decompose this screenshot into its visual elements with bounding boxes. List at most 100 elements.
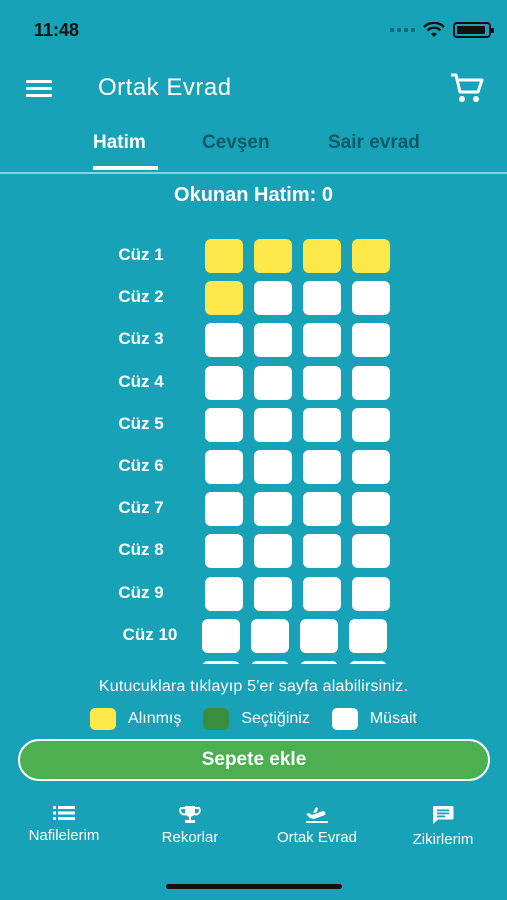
cellular-signal-icon — [390, 28, 415, 32]
add-to-cart-button[interactable]: Sepete ekle — [18, 739, 490, 781]
legend-taken-label: Alınmış — [128, 710, 182, 727]
plane-icon — [306, 807, 328, 823]
juz-row — [0, 657, 507, 664]
page-block-available[interactable] — [303, 492, 341, 526]
juz-row: Cüz 9 — [0, 573, 507, 615]
page-block-taken — [352, 239, 390, 273]
juz-label: Cüz 10 — [122, 625, 178, 644]
nav-item-zikirlerim[interactable]: Zikirlerim — [380, 805, 506, 848]
legend-taken: Alınmış — [90, 708, 181, 730]
nav-label-rekorlar: Rekorlar — [161, 829, 219, 846]
page-block-available[interactable] — [205, 534, 243, 568]
page-block-available[interactable] — [254, 281, 292, 315]
page-block-available[interactable] — [303, 366, 341, 400]
page-block-available[interactable] — [254, 450, 292, 484]
status-time: 11:48 — [34, 20, 80, 40]
page-block-available[interactable] — [352, 450, 390, 484]
nav-label-nafilelerim: Nafilelerim — [28, 827, 100, 844]
page-block-available[interactable] — [205, 492, 243, 526]
page-block-available[interactable] — [303, 408, 341, 442]
page-block-available[interactable] — [352, 408, 390, 442]
page-block-available[interactable] — [303, 577, 341, 611]
page-block-available[interactable] — [300, 661, 338, 664]
page-block-available[interactable] — [352, 577, 390, 611]
page-block-available[interactable] — [251, 619, 289, 653]
page-block-available[interactable] — [300, 619, 338, 653]
page-block-available[interactable] — [202, 619, 240, 653]
status-icons — [390, 22, 494, 38]
juz-label: Cüz 7 — [118, 498, 164, 517]
nav-item-rekorlar[interactable]: Rekorlar — [127, 805, 253, 846]
page-block-available[interactable] — [205, 450, 243, 484]
chat-icon — [432, 806, 454, 824]
page-block-available[interactable] — [205, 408, 243, 442]
legend: Alınmış Seçtiğiniz Müsait — [0, 708, 507, 730]
tab-bar: Hatim Cevşen Sair evrad — [0, 120, 507, 174]
juz-label: Cüz 8 — [118, 540, 164, 559]
juz-row: Cüz 7 — [0, 488, 507, 530]
completed-hatim-count: Okunan Hatim: 0 — [174, 184, 333, 206]
juz-row: Cüz 4 — [0, 362, 507, 404]
nav-item-nafilelerim[interactable]: Nafilelerim — [1, 805, 127, 844]
page-block-available[interactable] — [254, 534, 292, 568]
menu-icon[interactable] — [26, 80, 52, 98]
page-block-available[interactable] — [205, 577, 243, 611]
juz-grid: Cüz 1 Cüz 2 Cüz 3 Cüz 4 Cüz 5 Cüz 6 Cüz 7 Cüz 8… — [0, 230, 507, 664]
juz-label: Cüz 6 — [118, 456, 164, 475]
juz-label: Cüz 2 — [118, 287, 164, 306]
juz-row: Cüz 5 — [0, 404, 507, 446]
page-block-available[interactable] — [352, 281, 390, 315]
juz-label: Cüz 4 — [118, 372, 164, 391]
juz-row: Cüz 3 — [0, 319, 507, 361]
nav-label-zikirlerim: Zikirlerim — [412, 831, 474, 848]
app-bar: Ortak Evrad — [0, 60, 507, 116]
page-block-available[interactable] — [254, 577, 292, 611]
tab-hatim[interactable]: Hatim — [93, 132, 146, 154]
page-block-available[interactable] — [352, 534, 390, 568]
juz-label: Cüz 1 — [118, 245, 164, 264]
page-block-available[interactable] — [254, 408, 292, 442]
juz-label: Cüz 5 — [118, 414, 164, 433]
nav-item-ortak-evrad[interactable]: Ortak Evrad — [254, 805, 380, 846]
tab-cevsen[interactable]: Cevşen — [202, 132, 270, 154]
page-block-taken — [205, 281, 243, 315]
cart-icon[interactable] — [449, 72, 485, 104]
page-block-taken — [303, 239, 341, 273]
page-block-available[interactable] — [254, 492, 292, 526]
page-block-available[interactable] — [352, 323, 390, 357]
legend-selected: Seçtiğiniz — [203, 708, 310, 730]
page-block-available[interactable] — [254, 366, 292, 400]
page-block-available[interactable] — [251, 661, 289, 664]
list-icon — [53, 806, 75, 820]
bottom-navigation: Nafilelerim Rekorlar Ortak Evrad Zikirle… — [0, 805, 507, 865]
wifi-icon — [423, 22, 445, 37]
juz-label: Cüz 3 — [118, 329, 164, 348]
instruction-text: Kutucuklara tıklayıp 5'er sayfa alabilir… — [98, 678, 409, 695]
page-block-available[interactable] — [202, 661, 240, 664]
page-block-taken — [254, 239, 292, 273]
page-block-available[interactable] — [205, 323, 243, 357]
page-block-available[interactable] — [303, 281, 341, 315]
juz-row: Cüz 8 — [0, 530, 507, 572]
nav-label-ortak-evrad: Ortak Evrad — [276, 829, 358, 846]
page-block-available[interactable] — [303, 534, 341, 568]
legend-selected-label: Seçtiğiniz — [241, 710, 310, 727]
page-block-available[interactable] — [303, 323, 341, 357]
juz-row: Cüz 1 — [0, 235, 507, 277]
legend-available-swatch — [331, 708, 358, 730]
home-indicator — [166, 884, 342, 889]
page-block-available[interactable] — [303, 450, 341, 484]
page-block-available[interactable] — [205, 366, 243, 400]
page-block-available[interactable] — [352, 492, 390, 526]
juz-row: Cüz 2 — [0, 277, 507, 319]
legend-taken-swatch — [90, 708, 117, 730]
juz-label: Cüz 9 — [118, 583, 164, 602]
tab-sair-evrad[interactable]: Sair evrad — [328, 132, 420, 154]
page-block-available[interactable] — [349, 661, 387, 664]
page-block-available[interactable] — [349, 619, 387, 653]
juz-row: Cüz 6 — [0, 446, 507, 488]
page-block-available[interactable] — [352, 366, 390, 400]
tab-indicator — [93, 166, 158, 170]
page-block-available[interactable] — [254, 323, 292, 357]
page-block-taken — [205, 239, 243, 273]
